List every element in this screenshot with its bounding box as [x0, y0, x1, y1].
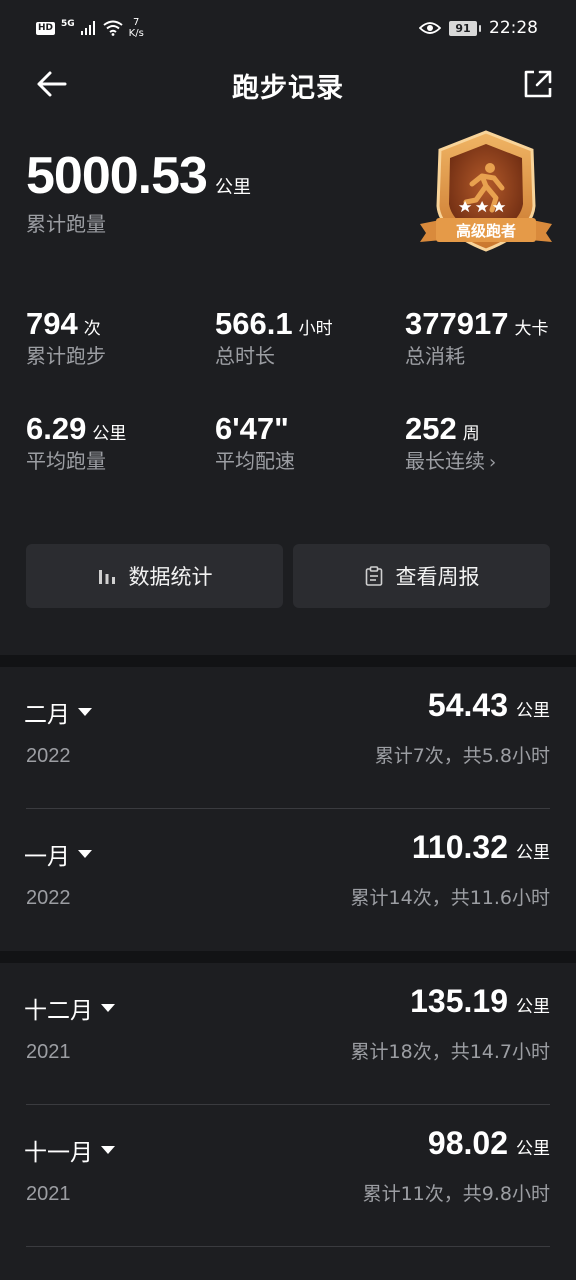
- caret-down-icon: [101, 1004, 115, 1012]
- month-year: 2022: [26, 887, 71, 909]
- month-year: 2022: [26, 745, 71, 767]
- month-distance-unit: 公里: [516, 997, 550, 1017]
- network-speed-unit: K/s: [128, 28, 144, 39]
- total-distance-unit: 公里: [214, 177, 251, 198]
- stat-label: 总时长: [215, 344, 275, 368]
- caret-down-icon: [101, 1146, 115, 1154]
- row-divider: [26, 1246, 550, 1247]
- caret-down-icon: [78, 708, 92, 716]
- month-row-feb-2022[interactable]: 二月 2022 54.43 公里 累计7次，共5.8小时: [0, 667, 576, 809]
- status-bar-right: 91 22:28: [419, 18, 538, 38]
- network-speed: 7 K/s: [129, 17, 144, 39]
- stat-value: 252: [405, 411, 457, 446]
- stat-label-text: 最长连续: [405, 449, 485, 473]
- stat-label: 累计跑步: [26, 344, 106, 368]
- network-type: 5G: [61, 19, 75, 29]
- medal-icon: 高级跑者: [420, 130, 552, 252]
- runner-badge[interactable]: 高级跑者: [416, 128, 556, 262]
- stat-total-runs: 794 次 累计跑步: [26, 305, 206, 369]
- stat-label: 总消耗: [405, 344, 465, 368]
- month-distance: 54.43 公里: [428, 683, 550, 733]
- stat-avg-distance: 6.29 公里 平均跑量: [26, 410, 206, 474]
- month-distance-unit: 公里: [516, 1139, 550, 1159]
- caret-down-icon: [78, 850, 92, 858]
- status-bar: HD 5G 7 K/s 91 22:28: [0, 0, 576, 56]
- total-distance-block: 5000.53 公里 累计跑量: [26, 146, 251, 237]
- stat-value: 794: [26, 306, 78, 341]
- month-label: 一月: [24, 844, 70, 870]
- month-selector[interactable]: 十二月: [24, 991, 115, 1025]
- share-icon[interactable]: [518, 64, 558, 104]
- battery-icon: 91: [449, 20, 481, 36]
- total-distance-label: 累计跑量: [26, 212, 106, 236]
- month-selector[interactable]: 二月: [24, 695, 92, 729]
- month-summary: 累计14次，共11.6小时: [350, 887, 550, 909]
- month-distance-unit: 公里: [516, 843, 550, 863]
- chevron-right-icon: ›: [489, 452, 497, 473]
- stat-unit: 公里: [92, 424, 127, 444]
- month-distance-value: 54.43: [427, 687, 508, 723]
- clipboard-icon: [365, 566, 382, 586]
- total-distance-value: 5000.53: [26, 147, 208, 205]
- stat-total-calories: 377917 大卡 总消耗: [405, 305, 576, 369]
- data-statistics-label: 数据统计: [128, 565, 213, 589]
- stat-unit: 大卡: [514, 319, 549, 339]
- month-distance-value: 135.19: [410, 983, 508, 1019]
- stat-value: 377917: [405, 306, 509, 341]
- stat-unit: 次: [83, 319, 101, 339]
- month-label: 二月: [24, 702, 70, 728]
- month-summary: 累计11次，共9.8小时: [362, 1183, 550, 1205]
- month-year: 2021: [26, 1183, 71, 1205]
- data-statistics-button[interactable]: 数据统计: [26, 544, 283, 608]
- month-year: 2021: [26, 1041, 71, 1063]
- signal-icon: [80, 21, 95, 35]
- month-distance-value: 98.02: [427, 1125, 508, 1161]
- stat-label: 平均跑量: [26, 449, 106, 473]
- stat-value: 566.1: [215, 306, 293, 341]
- month-selector[interactable]: 一月: [24, 837, 92, 871]
- stat-unit: 小时: [298, 319, 333, 339]
- stat-value: 6.29: [26, 411, 87, 446]
- clock: 22:28: [489, 18, 538, 38]
- month-row-nov-2021[interactable]: 十一月 2021 98.02 公里 累计11次，共9.8小时: [0, 1105, 576, 1247]
- month-distance: 135.19 公里: [410, 979, 550, 1029]
- stat-label: 平均配速: [215, 449, 295, 473]
- stat-longest-streak[interactable]: 252 周 最长连续 ›: [405, 410, 576, 476]
- page-title: 跑步记录: [232, 73, 344, 104]
- stat-value: 6'47": [215, 411, 289, 446]
- month-label: 十一月: [24, 1140, 93, 1166]
- month-distance: 110.32 公里: [412, 825, 550, 875]
- bar-chart-icon: [98, 570, 115, 584]
- stat-total-duration: 566.1 小时 总时长: [215, 305, 395, 369]
- month-selector[interactable]: 十一月: [24, 1133, 115, 1167]
- month-distance: 98.02 公里: [428, 1121, 550, 1171]
- eye-icon: [419, 22, 441, 34]
- month-row-dec-2021[interactable]: 十二月 2021 135.19 公里 累计18次，共14.7小时: [0, 963, 576, 1105]
- month-summary: 累计7次，共5.8小时: [374, 745, 550, 767]
- wifi-icon: [103, 20, 123, 36]
- stat-label: 最长连续 ›: [405, 448, 576, 476]
- weekly-report-button[interactable]: 查看周报: [293, 544, 550, 608]
- hd-badge: HD: [36, 21, 56, 35]
- network-speed-value: 7: [133, 17, 140, 28]
- month-distance-unit: 公里: [516, 701, 550, 721]
- month-distance-value: 110.32: [411, 829, 508, 865]
- month-label: 十二月: [24, 998, 93, 1024]
- month-summary: 累计18次，共14.7小时: [350, 1041, 550, 1063]
- nav-bar: 跑步记录: [0, 56, 576, 112]
- section-divider: [0, 951, 576, 963]
- badge-label: 高级跑者: [456, 222, 516, 240]
- section-divider: [0, 655, 576, 667]
- stat-unit: 周: [462, 424, 480, 444]
- weekly-report-label: 查看周报: [395, 565, 480, 589]
- stat-avg-pace: 6'47" 平均配速: [215, 410, 395, 474]
- status-bar-left: HD 5G 7 K/s: [36, 17, 144, 39]
- month-row-jan-2022[interactable]: 一月 2022 110.32 公里 累计14次，共11.6小时: [0, 809, 576, 951]
